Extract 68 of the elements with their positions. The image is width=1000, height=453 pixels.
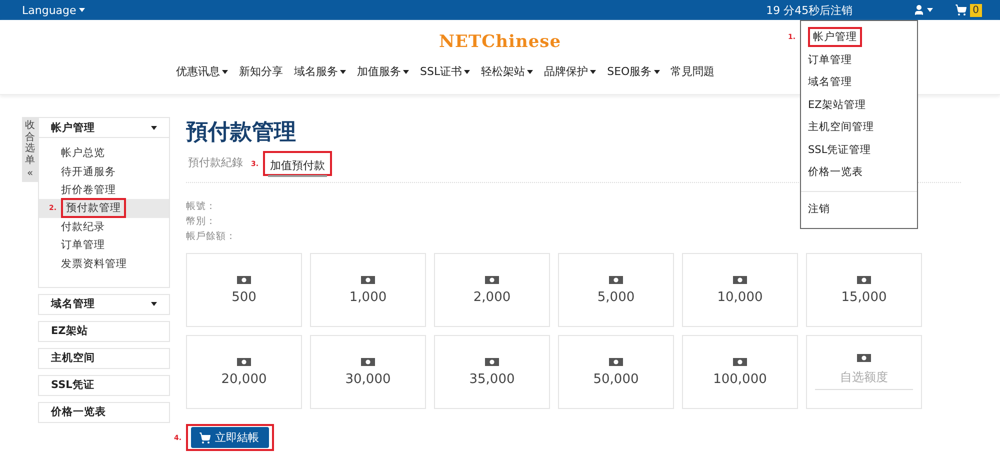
nav-item[interactable]: SSL证书	[420, 64, 470, 79]
amount-option[interactable]: 2,000	[434, 253, 550, 327]
sidebar-item[interactable]: 订单管理	[39, 236, 169, 254]
menu-item[interactable]: 价格一览表	[801, 161, 917, 184]
sidebar-item[interactable]: 付款纪录	[39, 218, 169, 236]
banknote-icon	[237, 276, 251, 284]
field-label: 帳號：	[186, 200, 216, 213]
amount-option[interactable]: 50,000	[558, 335, 674, 409]
banknote-icon	[485, 276, 499, 284]
checkout-button[interactable]: 立即結帳	[191, 427, 269, 448]
tab[interactable]: 加值預付款	[268, 156, 327, 177]
language-menu[interactable]: Language	[22, 4, 86, 16]
amount-option[interactable]: 10,000	[682, 253, 798, 327]
banknote-icon	[857, 354, 871, 362]
session-countdown: 19 分45秒后注销	[766, 2, 853, 18]
field-label: 幣別：	[186, 215, 216, 228]
sidebar-section[interactable]: 价格一览表	[38, 402, 170, 423]
page-title: 預付款管理	[186, 119, 296, 145]
cart-icon	[954, 4, 967, 16]
sidebar-item[interactable]: 帐户总览	[39, 144, 169, 162]
custom-amount-field[interactable]: 自选额度	[815, 368, 913, 390]
tab[interactable]: 預付款紀錄	[186, 152, 245, 175]
nav-item[interactable]: 品牌保护	[544, 64, 596, 79]
nav-item[interactable]: 域名服务	[294, 64, 346, 79]
amount-option[interactable]: 20,000	[186, 335, 302, 409]
amount-option[interactable]: 1,000	[310, 253, 426, 327]
nav-item[interactable]: 加值服务	[357, 64, 409, 79]
banknote-icon	[609, 276, 623, 284]
sidebar-section[interactable]: SSL凭证	[38, 374, 170, 396]
sidebar-item[interactable]: 折价卷管理	[39, 180, 169, 200]
banknote-icon	[361, 276, 375, 284]
menu-item[interactable]: 订单管理	[801, 48, 917, 71]
banknote-icon	[733, 358, 747, 366]
nav-item[interactable]: 轻松架站	[481, 64, 534, 79]
sidebar-section[interactable]: EZ架站	[38, 320, 170, 342]
sidebar-section[interactable]: 域名管理	[38, 294, 170, 315]
banknote-icon	[857, 276, 871, 284]
amount-option[interactable]: 35,000	[434, 335, 550, 409]
user-icon	[912, 4, 925, 16]
sidebar-item[interactable]: 发票资料管理	[39, 254, 169, 273]
field-label: 帳戶餘額：	[186, 230, 236, 243]
user-menu-button[interactable]	[912, 4, 933, 16]
menu-item[interactable]: 主机空间管理	[801, 116, 917, 138]
nav-item[interactable]: 常見問題	[670, 64, 715, 79]
banknote-icon	[237, 358, 251, 366]
cart-button[interactable]: 0	[954, 4, 982, 16]
amount-option[interactable]: 自选额度	[806, 335, 922, 409]
menu-item[interactable]: EZ架站管理	[801, 94, 917, 116]
amount-option[interactable]: 100,000	[682, 335, 798, 409]
amount-option[interactable]: 500	[186, 253, 302, 327]
nav-item[interactable]: SEO服务	[607, 64, 660, 79]
nav-item[interactable]: 优惠讯息	[176, 64, 228, 79]
banknote-icon	[485, 358, 499, 366]
menu-item[interactable]: SSL凭证管理	[801, 138, 917, 161]
collapse-menu-tab[interactable]: 收合选单 «	[22, 117, 38, 182]
banknote-icon	[361, 358, 375, 366]
nav-item[interactable]: 新知分享	[239, 64, 283, 79]
amount-option[interactable]: 15,000	[806, 253, 922, 327]
menu-item[interactable]: 域名管理	[801, 71, 917, 94]
banknote-icon	[733, 276, 747, 284]
amount-option[interactable]: 5,000	[558, 253, 674, 327]
sidebar-section[interactable]: 帐户管理	[38, 117, 170, 138]
sidebar-item[interactable]: 待开通服务	[39, 162, 169, 181]
banknote-icon	[609, 358, 623, 366]
logout-item[interactable]: 注销	[801, 198, 917, 220]
cart-icon	[199, 432, 211, 444]
amount-option[interactable]: 30,000	[310, 335, 426, 409]
sidebar-section[interactable]: 主机空间	[38, 348, 170, 369]
